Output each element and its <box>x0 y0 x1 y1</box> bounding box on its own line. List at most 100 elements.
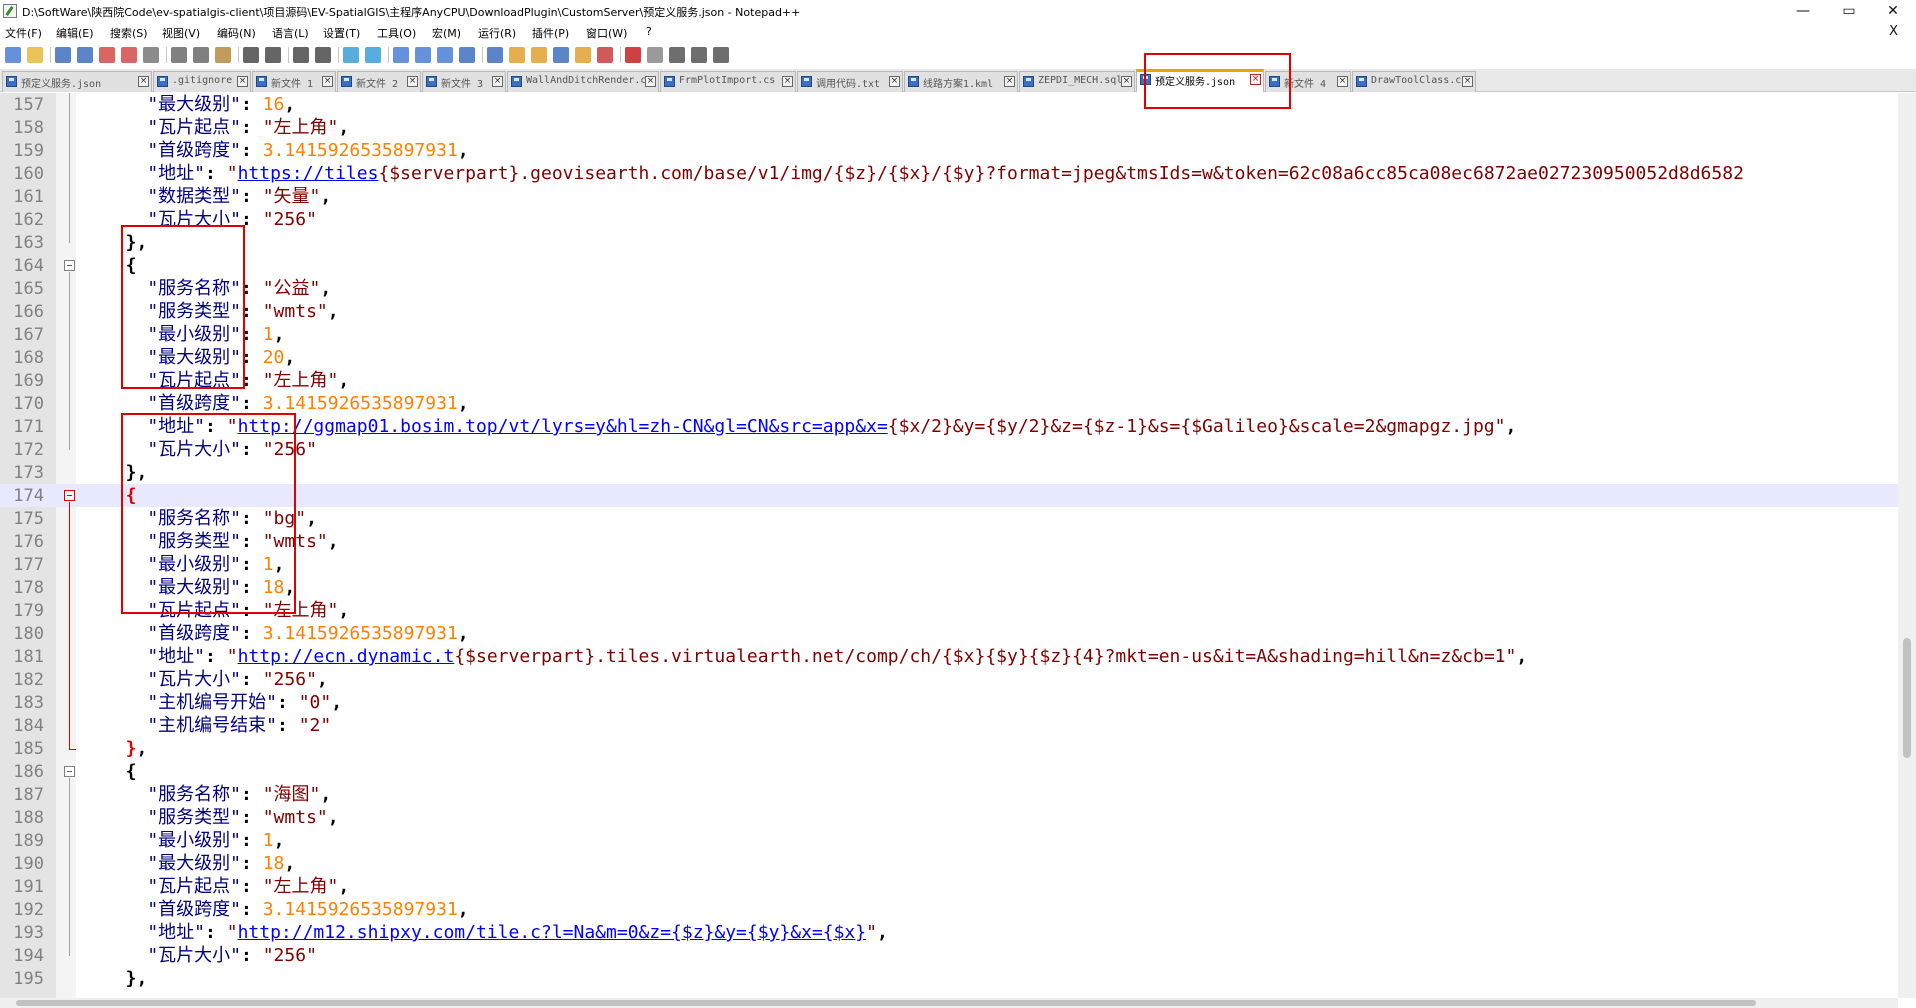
close-all-icon[interactable] <box>121 47 137 63</box>
close-icon[interactable] <box>99 47 115 63</box>
code-line[interactable]: 194 "瓦片大小": "256" <box>0 944 1900 967</box>
url-link[interactable]: https://tiles <box>238 163 379 184</box>
menu-view[interactable]: 视图(V) <box>162 25 200 41</box>
zoom-in-icon[interactable] <box>343 47 359 63</box>
menu-language[interactable]: 语言(L) <box>272 25 309 41</box>
menu-encoding[interactable]: 编码(N) <box>217 25 256 41</box>
tab[interactable]: DrawToolClass.cs × <box>1352 71 1476 92</box>
tab-close-icon[interactable]: × <box>1337 76 1348 87</box>
show-all-chars-icon[interactable] <box>459 47 475 63</box>
function-list-icon[interactable] <box>553 47 569 63</box>
menu-search[interactable]: 搜索(S) <box>110 25 148 41</box>
tab[interactable]: .gitignore × <box>153 71 251 92</box>
maximize-button[interactable]: ▭ <box>1826 0 1872 22</box>
code-line[interactable]: 180 "首级跨度": 3.1415926535897931, <box>0 622 1900 645</box>
tab-close-icon[interactable]: × <box>1462 76 1473 87</box>
replace-icon[interactable] <box>315 47 331 63</box>
tab[interactable]: 调用代码.txt × <box>797 71 903 92</box>
code-line[interactable]: 177 "最小级别": 1, <box>0 553 1900 576</box>
code-line[interactable]: 169 "瓦片起点": "左上角", <box>0 369 1900 392</box>
record-macro-icon[interactable] <box>625 47 641 63</box>
menu-file[interactable]: 文件(F) <box>5 25 42 41</box>
close-document-button[interactable]: X <box>1889 24 1898 39</box>
code-line[interactable]: 161 "数据类型": "矢量", <box>0 185 1900 208</box>
code-line[interactable]: 168 "最大级别": 20, <box>0 346 1900 369</box>
horizontal-scrollbar[interactable] <box>0 998 1898 1008</box>
fold-toggle-icon[interactable] <box>64 490 75 501</box>
monitoring-icon[interactable] <box>597 47 613 63</box>
vertical-scrollbar[interactable] <box>1898 93 1916 998</box>
menu-help[interactable]: ? <box>646 25 652 38</box>
close-window-button[interactable]: ✕ <box>1870 0 1916 22</box>
code-line[interactable]: 158 "瓦片起点": "左上角", <box>0 116 1900 139</box>
code-line[interactable]: 165 "服务名称": "公益", <box>0 277 1900 300</box>
tab-close-icon[interactable]: × <box>1004 76 1015 87</box>
code-line[interactable]: 185 }, <box>0 737 1900 760</box>
fold-toggle-icon[interactable] <box>64 260 75 271</box>
tab[interactable]: WallAndDitchRender.cs × <box>507 71 659 92</box>
code-line[interactable]: 191 "瓦片起点": "左上角", <box>0 875 1900 898</box>
sync-v-icon[interactable] <box>393 47 409 63</box>
tab-close-icon[interactable]: × <box>237 76 248 87</box>
code-line[interactable]: 189 "最小级别": 1, <box>0 829 1900 852</box>
sync-h-icon[interactable] <box>415 47 431 63</box>
save-macro-icon[interactable] <box>713 47 729 63</box>
url-link[interactable]: http://m12.shipxy.com/tile.c?l=Na&m=0&z=… <box>238 922 867 943</box>
save-icon[interactable] <box>55 47 71 63</box>
code-line[interactable]: 172 "瓦片大小": "256" <box>0 438 1900 461</box>
code-line[interactable]: 159 "首级跨度": 3.1415926535897931, <box>0 139 1900 162</box>
code-line[interactable]: 184 "主机编号结束": "2" <box>0 714 1900 737</box>
fold-toggle-icon[interactable] <box>64 766 75 777</box>
tab-close-icon[interactable]: × <box>1121 76 1132 87</box>
code-line[interactable]: 171 "地址": "http://ggmap01.bosim.top/vt/l… <box>0 415 1900 438</box>
code-line[interactable]: 160 "地址": "https://tiles{$serverpart}.ge… <box>0 162 1900 185</box>
word-wrap-icon[interactable] <box>437 47 453 63</box>
code-line[interactable]: 170 "首级跨度": 3.1415926535897931, <box>0 392 1900 415</box>
code-line[interactable]: 182 "瓦片大小": "256", <box>0 668 1900 691</box>
code-line[interactable]: 176 "服务类型": "wmts", <box>0 530 1900 553</box>
code-line[interactable]: 181 "地址": "http://ecn.dynamic.t{$serverp… <box>0 645 1900 668</box>
tab[interactable]: ZEPDI_MECH.sql × <box>1019 71 1135 92</box>
undo-icon[interactable] <box>243 47 259 63</box>
minimize-button[interactable]: — <box>1780 0 1826 22</box>
tab[interactable]: 新文件 3 × <box>422 71 506 92</box>
doc-map-icon[interactable] <box>531 47 547 63</box>
cut-icon[interactable] <box>171 47 187 63</box>
code-line[interactable]: 187 "服务名称": "海图", <box>0 783 1900 806</box>
zoom-out-icon[interactable] <box>365 47 381 63</box>
tab[interactable]: 预定义服务.json × <box>1136 69 1264 92</box>
tab-close-icon[interactable]: × <box>782 76 793 87</box>
play-macro-icon[interactable] <box>669 47 685 63</box>
menu-edit[interactable]: 编辑(E) <box>56 25 94 41</box>
menu-window[interactable]: 窗口(W) <box>586 25 627 41</box>
editor[interactable]: 157 "最大级别": 16, 158 "瓦片起点": "左上角", 159 "首级… <box>0 93 1916 998</box>
run-macro-multiple-icon[interactable] <box>691 47 707 63</box>
tab[interactable]: 线路方案1.kml × <box>904 71 1018 92</box>
copy-icon[interactable] <box>193 47 209 63</box>
code-line[interactable]: 175 "服务名称": "bg", <box>0 507 1900 530</box>
code-line[interactable]: 157 "最大级别": 16, <box>0 93 1900 116</box>
tab[interactable]: FrmPlotImport.cs × <box>660 71 796 92</box>
menu-run[interactable]: 运行(R) <box>478 25 516 41</box>
tab-close-icon[interactable]: × <box>407 76 418 87</box>
code-line[interactable]: 190 "最大级别": 18, <box>0 852 1900 875</box>
code-line[interactable]: 173 }, <box>0 461 1900 484</box>
paste-icon[interactable] <box>215 47 231 63</box>
vertical-scroll-thumb[interactable] <box>1903 638 1911 758</box>
code-line[interactable]: 186 { <box>0 760 1900 783</box>
new-file-icon[interactable] <box>5 47 21 63</box>
folder-workspace-icon[interactable] <box>575 47 591 63</box>
menu-tools[interactable]: 工具(O) <box>377 25 416 41</box>
tab-close-icon[interactable]: × <box>492 76 503 87</box>
code-line[interactable]: 167 "最小级别": 1, <box>0 323 1900 346</box>
udl-icon[interactable] <box>509 47 525 63</box>
code-line[interactable]: 195 }, <box>0 967 1900 990</box>
print-icon[interactable] <box>143 47 159 63</box>
code-line[interactable]: 179 "瓦片起点": "左上角", <box>0 599 1900 622</box>
code-line[interactable]: 193 "地址": "http://m12.shipxy.com/tile.c?… <box>0 921 1900 944</box>
horizontal-scroll-thumb[interactable] <box>16 1000 1756 1006</box>
tab[interactable]: 新文件 2 × <box>337 71 421 92</box>
stop-macro-icon[interactable] <box>647 47 663 63</box>
save-all-icon[interactable] <box>77 47 93 63</box>
tab[interactable]: 预定义服务.json × <box>2 71 152 92</box>
